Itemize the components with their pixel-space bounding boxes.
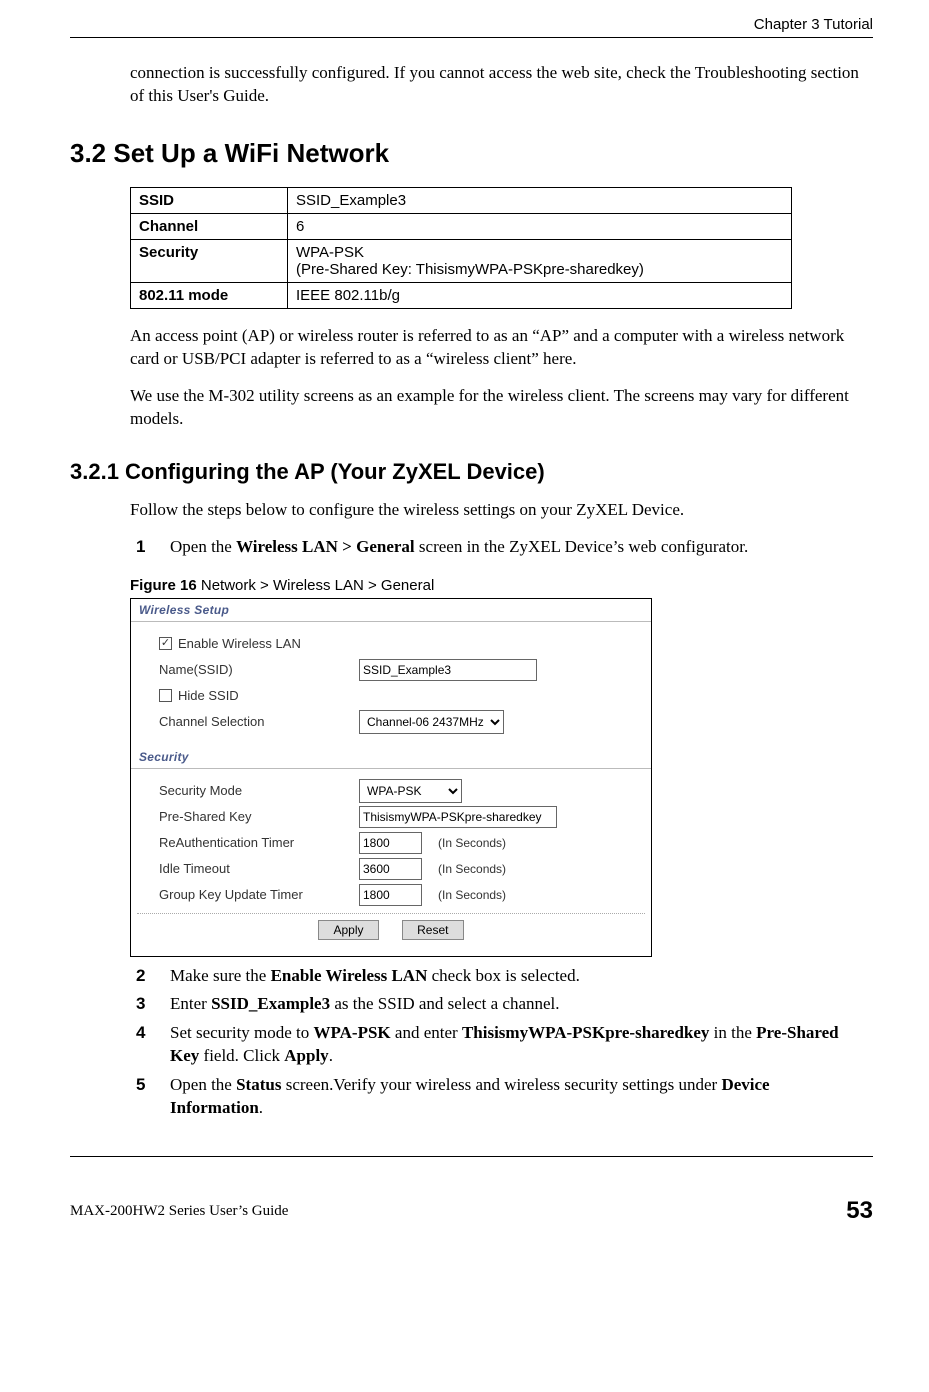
guide-title: MAX-200HW2 Series User’s Guide xyxy=(70,1203,288,1220)
gku-input[interactable] xyxy=(359,884,422,906)
table-row: Channel 6 xyxy=(131,213,792,239)
table-value: SSID_Example3 xyxy=(288,187,792,213)
step-text: Open the Wireless LAN > General screen i… xyxy=(170,536,748,559)
security-mode-select[interactable]: WPA-PSK xyxy=(359,779,462,803)
step-list-continued: 2Make sure the Enable Wireless LAN check… xyxy=(130,965,865,1121)
subsection-lead: Follow the steps below to configure the … xyxy=(130,499,865,522)
section-heading-3-2: 3.2 Set Up a WiFi Network xyxy=(70,138,873,169)
wireless-setup-panel-header: Wireless Setup xyxy=(131,599,651,622)
reauth-label: ReAuthentication Timer xyxy=(159,835,359,850)
ssid-label: Name(SSID) xyxy=(159,662,359,677)
figure-screenshot: Wireless Setup ✓ Enable Wireless LAN Nam… xyxy=(130,598,652,957)
table-row: Security WPA-PSK (Pre-Shared Key: Thisis… xyxy=(131,239,792,282)
page-header: Chapter 3 Tutorial xyxy=(70,16,873,33)
table-label: SSID xyxy=(131,187,288,213)
security-panel: Security Mode WPA-PSK Pre-Shared Key ReA… xyxy=(131,769,651,956)
reauth-input[interactable] xyxy=(359,832,422,854)
step-number: 2 xyxy=(130,965,170,988)
step-text: Enter SSID_Example3 as the SSID and sele… xyxy=(170,993,560,1016)
ssid-input[interactable] xyxy=(359,659,537,681)
channel-select[interactable]: Channel-06 2437MHz xyxy=(359,710,504,734)
header-rule xyxy=(70,37,873,38)
subsection-heading-3-2-1: 3.2.1 Configuring the AP (Your ZyXEL Dev… xyxy=(70,459,873,485)
step-item: 3Enter SSID_Example3 as the SSID and sel… xyxy=(130,993,865,1016)
apply-button[interactable]: Apply xyxy=(318,920,378,940)
psk-label: Pre-Shared Key xyxy=(159,809,359,824)
seconds-unit: (In Seconds) xyxy=(438,862,506,876)
table-row: 802.11 mode IEEE 802.11b/g xyxy=(131,282,792,308)
step-number: 3 xyxy=(130,993,170,1016)
table-label: Security xyxy=(131,239,288,282)
step-item: 1 Open the Wireless LAN > General screen… xyxy=(130,536,865,559)
table-value: 6 xyxy=(288,213,792,239)
intro-paragraph: connection is successfully configured. I… xyxy=(130,62,865,108)
step-list: 1 Open the Wireless LAN > General screen… xyxy=(130,536,865,559)
figure-title: Network > Wireless LAN > General xyxy=(197,577,435,594)
gku-label: Group Key Update Timer xyxy=(159,887,359,902)
seconds-unit: (In Seconds) xyxy=(438,836,506,850)
step-item: 2Make sure the Enable Wireless LAN check… xyxy=(130,965,865,988)
step-number: 5 xyxy=(130,1074,170,1120)
reset-button[interactable]: Reset xyxy=(402,920,463,940)
page-footer: MAX-200HW2 Series User’s Guide 53 xyxy=(70,1197,873,1225)
step-text: Make sure the Enable Wireless LAN check … xyxy=(170,965,580,988)
figure-number: Figure 16 xyxy=(130,577,197,594)
idle-label: Idle Timeout xyxy=(159,861,359,876)
security-mode-label: Security Mode xyxy=(159,783,359,798)
hide-ssid-label: Hide SSID xyxy=(178,688,239,703)
hide-ssid-checkbox[interactable] xyxy=(159,689,172,702)
wireless-setup-panel: ✓ Enable Wireless LAN Name(SSID) Hide SS… xyxy=(131,622,651,746)
table-label: 802.11 mode xyxy=(131,282,288,308)
figure-caption: Figure 16 Network > Wireless LAN > Gener… xyxy=(130,577,865,594)
chapter-label: Chapter 3 Tutorial xyxy=(754,16,873,33)
page-number: 53 xyxy=(846,1197,873,1225)
table-row: SSID SSID_Example3 xyxy=(131,187,792,213)
step-item: 5Open the Status screen.Verify your wire… xyxy=(130,1074,865,1120)
step-text: Set security mode to WPA-PSK and enter T… xyxy=(170,1022,865,1068)
step-number: 4 xyxy=(130,1022,170,1068)
step-number: 1 xyxy=(130,536,170,559)
button-row: Apply Reset xyxy=(137,913,645,946)
body-paragraph: We use the M-302 utility screens as an e… xyxy=(130,385,865,431)
psk-input[interactable] xyxy=(359,806,557,828)
channel-label: Channel Selection xyxy=(159,714,359,729)
step-text: Open the Status screen.Verify your wirel… xyxy=(170,1074,865,1120)
table-label: Channel xyxy=(131,213,288,239)
enable-wlan-checkbox[interactable]: ✓ xyxy=(159,637,172,650)
table-value: WPA-PSK (Pre-Shared Key: ThisismyWPA-PSK… xyxy=(288,239,792,282)
idle-input[interactable] xyxy=(359,858,422,880)
body-paragraph: An access point (AP) or wireless router … xyxy=(130,325,865,371)
footer-rule xyxy=(70,1156,873,1157)
step-item: 4Set security mode to WPA-PSK and enter … xyxy=(130,1022,865,1068)
table-value: IEEE 802.11b/g xyxy=(288,282,792,308)
wifi-settings-table: SSID SSID_Example3 Channel 6 Security WP… xyxy=(130,187,792,309)
security-panel-header: Security xyxy=(131,746,651,769)
seconds-unit: (In Seconds) xyxy=(438,888,506,902)
enable-wlan-label: Enable Wireless LAN xyxy=(178,636,301,651)
